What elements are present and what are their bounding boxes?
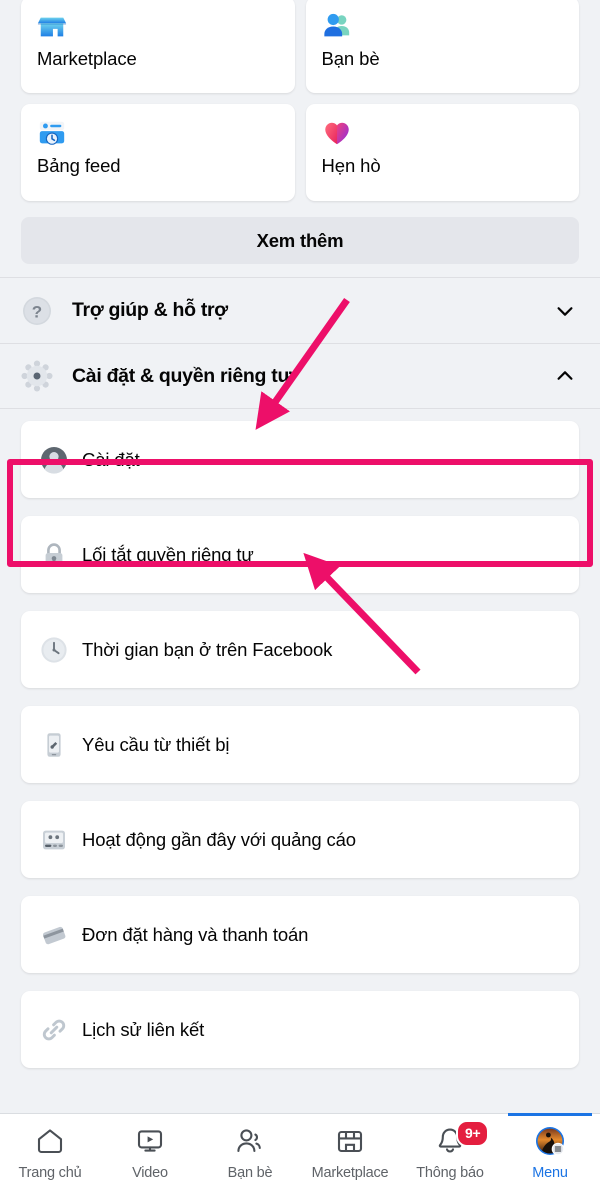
home-icon: [35, 1126, 65, 1156]
nav-tab-label: Trang chủ: [18, 1165, 82, 1181]
shortcut-card-marketplace[interactable]: Marketplace: [21, 0, 295, 93]
list-item-hoat-dong-quang-cao[interactable]: Hoạt động gần đây với quảng cáo: [21, 801, 579, 878]
lock-icon: [40, 541, 68, 569]
list-item-loi-tat-quyen-rieng-tu[interactable]: Lối tắt quyền riêng tư: [21, 516, 579, 593]
list-item-lich-su-lien-ket[interactable]: Lịch sử liên kết: [21, 991, 579, 1068]
device-request-icon: [40, 731, 68, 759]
storefront-icon: [37, 11, 67, 41]
list-item-label: Yêu cầu từ thiết bị: [82, 733, 230, 755]
dating-heart-icon: [322, 118, 352, 148]
person-circle-icon: [40, 446, 68, 474]
list-item-label: Lối tắt quyền riêng tư: [82, 543, 254, 565]
shortcut-card-dating[interactable]: Hẹn hò: [305, 104, 579, 201]
nav-tab-notifications[interactable]: 9+ Thông báo: [400, 1114, 500, 1197]
bottom-navigation-bar: Trang chủ Video Bạn bè Marketplace 9+ Th…: [0, 1113, 600, 1197]
see-more-button[interactable]: Xem thêm: [21, 217, 579, 264]
clock-icon: [40, 636, 68, 664]
shortcut-grid: Marketplace Bạn bè Bảng feed Hẹn hò: [0, 0, 600, 201]
list-item-cai-dat[interactable]: Cài đặt: [21, 421, 579, 498]
list-item-label: Đơn đặt hàng và thanh toán: [82, 923, 309, 945]
list-item-label: Thời gian bạn ở trên Facebook: [82, 638, 333, 660]
nav-tab-home[interactable]: Trang chủ: [0, 1114, 100, 1197]
nav-tab-label: Thông báo: [416, 1165, 484, 1181]
list-item-label: Cài đặt: [82, 448, 140, 470]
nav-tab-marketplace[interactable]: Marketplace: [300, 1114, 400, 1197]
scrollable-content[interactable]: Marketplace Bạn bè Bảng feed Hẹn hò Xem …: [0, 0, 600, 1113]
question-mark-icon: ?: [20, 294, 54, 328]
storefront-outline-icon: [335, 1126, 365, 1156]
svg-text:?: ?: [32, 302, 42, 321]
list-item-thoi-gian-tren-facebook[interactable]: Thời gian bạn ở trên Facebook: [21, 611, 579, 688]
link-chain-icon: [40, 1016, 68, 1044]
nav-tab-video[interactable]: Video: [100, 1114, 200, 1197]
chevron-up-icon[interactable]: [554, 365, 576, 387]
friends-outline-icon: [235, 1126, 265, 1156]
avatar-menu-icon: [535, 1126, 565, 1156]
friends-icon: [322, 11, 352, 41]
list-item-label: Hoạt động gần đây với quảng cáo: [82, 828, 356, 850]
feeds-icon: [37, 118, 67, 148]
video-icon: [135, 1126, 165, 1156]
list-item-yeu-cau-tu-thiet-bi[interactable]: Yêu cầu từ thiết bị: [21, 706, 579, 783]
nav-tab-label: Marketplace: [311, 1165, 389, 1181]
shortcut-label: Marketplace: [37, 48, 137, 69]
gear-icon: [20, 359, 54, 393]
accordion-label: Trợ giúp & hỗ trợ: [72, 299, 228, 321]
payment-card-icon: [40, 921, 68, 949]
accordion-help-and-support[interactable]: ? Trợ giúp & hỗ trợ: [0, 277, 600, 343]
accordion-group: ? Trợ giúp & hỗ trợ Cài đặt & quyền riên…: [0, 277, 600, 409]
facebook-menu-screen: Marketplace Bạn bè Bảng feed Hẹn hò Xem …: [0, 0, 600, 1197]
ad-activity-icon: [40, 826, 68, 854]
shortcut-label: Bạn bè: [321, 48, 380, 69]
nav-tab-label: Menu: [532, 1165, 568, 1181]
nav-tab-label: Bạn bè: [227, 1165, 273, 1181]
nav-tab-friends[interactable]: Bạn bè: [200, 1114, 300, 1197]
nav-tab-menu[interactable]: Menu: [500, 1113, 600, 1197]
accordion-settings-and-privacy[interactable]: Cài đặt & quyền riêng tư: [0, 343, 600, 409]
nav-tab-label: Video: [132, 1165, 168, 1181]
notification-badge: 9+: [456, 1120, 490, 1147]
see-more-container: Xem thêm: [0, 201, 600, 277]
accordion-label: Cài đặt & quyền riêng tư: [72, 364, 292, 387]
shortcut-label: Bảng feed: [37, 155, 121, 176]
shortcut-card-friends[interactable]: Bạn bè: [305, 0, 579, 93]
chevron-down-icon[interactable]: [554, 300, 576, 322]
list-item-don-dat-hang-thanh-toan[interactable]: Đơn đặt hàng và thanh toán: [21, 896, 579, 973]
shortcut-label: Hẹn hò: [321, 155, 381, 176]
settings-list: Cài đặt Lối tắt quyền riêng tư Thời gian…: [0, 409, 600, 1068]
shortcut-card-feeds[interactable]: Bảng feed: [21, 104, 295, 201]
list-item-label: Lịch sử liên kết: [82, 1018, 205, 1040]
